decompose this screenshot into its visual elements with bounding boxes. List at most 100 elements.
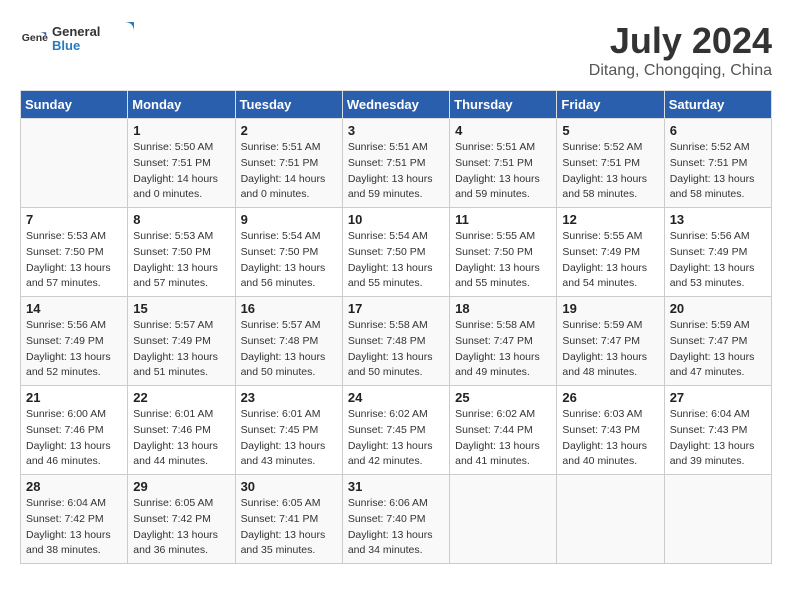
week-row-0: 1Sunrise: 5:50 AMSunset: 7:51 PMDaylight… (21, 119, 772, 208)
day-info: Sunrise: 5:59 AMSunset: 7:47 PMDaylight:… (670, 318, 766, 381)
calendar-header: SundayMondayTuesdayWednesdayThursdayFrid… (21, 91, 772, 119)
calendar-cell: 29Sunrise: 6:05 AMSunset: 7:42 PMDayligh… (128, 475, 235, 564)
weekday-header-thursday: Thursday (450, 91, 557, 119)
day-number: 1 (133, 123, 229, 138)
day-info: Sunrise: 6:06 AMSunset: 7:40 PMDaylight:… (348, 496, 444, 559)
day-number: 15 (133, 301, 229, 316)
subtitle: Ditang, Chongqing, China (589, 62, 772, 80)
main-title: July 2024 (589, 20, 772, 62)
weekday-header-tuesday: Tuesday (235, 91, 342, 119)
day-info: Sunrise: 5:53 AMSunset: 7:50 PMDaylight:… (133, 229, 229, 292)
day-number: 19 (562, 301, 658, 316)
calendar-cell: 10 Sunrise: 5:54 AMSunset: 7:50 PMDayligh… (342, 208, 449, 297)
calendar-cell: 2 Sunrise: 5:51 AMSunset: 7:51 PMDaylight… (235, 119, 342, 208)
calendar-body: 1Sunrise: 5:50 AMSunset: 7:51 PMDaylight… (21, 119, 772, 564)
day-info: Sunrise: 5:51 AMSunset: 7:51 PMDaylight:… (241, 140, 337, 203)
calendar-cell: 6 Sunrise: 5:52 AMSunset: 7:51 PMDaylight… (664, 119, 771, 208)
calendar-cell: 30 Sunrise: 6:05 AMSunset: 7:41 PMDayligh… (235, 475, 342, 564)
day-number: 13 (670, 212, 766, 227)
calendar-cell: 24 Sunrise: 6:02 AMSunset: 7:45 PMDayligh… (342, 386, 449, 475)
day-number: 11 (455, 212, 551, 227)
day-info: Sunrise: 6:03 AMSunset: 7:43 PMDaylight:… (562, 407, 658, 470)
calendar-cell: 26Sunrise: 6:03 AMSunset: 7:43 PMDayligh… (557, 386, 664, 475)
calendar-cell: 27 Sunrise: 6:04 AMSunset: 7:43 PMDayligh… (664, 386, 771, 475)
week-row-4: 28Sunrise: 6:04 AMSunset: 7:42 PMDayligh… (21, 475, 772, 564)
weekday-header-friday: Friday (557, 91, 664, 119)
day-number: 21 (26, 390, 122, 405)
day-number: 30 (241, 479, 337, 494)
calendar-cell (450, 475, 557, 564)
day-info: Sunrise: 5:51 AMSunset: 7:51 PMDaylight:… (348, 140, 444, 203)
calendar-cell (21, 119, 128, 208)
day-info: Sunrise: 5:52 AMSunset: 7:51 PMDaylight:… (562, 140, 658, 203)
day-number: 23 (241, 390, 337, 405)
title-area: July 2024 Ditang, Chongqing, China (589, 20, 772, 80)
day-number: 7 (26, 212, 122, 227)
day-number: 8 (133, 212, 229, 227)
calendar-cell: 16 Sunrise: 5:57 AMSunset: 7:48 PMDayligh… (235, 297, 342, 386)
day-number: 25 (455, 390, 551, 405)
calendar-cell: 21 Sunrise: 6:00 AMSunset: 7:46 PMDayligh… (21, 386, 128, 475)
calendar-cell: 3 Sunrise: 5:51 AMSunset: 7:51 PMDaylight… (342, 119, 449, 208)
day-info: Sunrise: 6:05 AMSunset: 7:42 PMDaylight:… (133, 496, 229, 559)
day-number: 2 (241, 123, 337, 138)
svg-text:General: General (22, 32, 48, 44)
day-number: 12 (562, 212, 658, 227)
day-info: Sunrise: 5:55 AMSunset: 7:49 PMDaylight:… (562, 229, 658, 292)
day-info: Sunrise: 6:02 AMSunset: 7:45 PMDaylight:… (348, 407, 444, 470)
day-number: 27 (670, 390, 766, 405)
calendar-cell: 23Sunrise: 6:01 AMSunset: 7:45 PMDayligh… (235, 386, 342, 475)
calendar-cell: 1Sunrise: 5:50 AMSunset: 7:51 PMDaylight… (128, 119, 235, 208)
calendar-cell: 15 Sunrise: 5:57 AMSunset: 7:49 PMDayligh… (128, 297, 235, 386)
day-info: Sunrise: 6:02 AMSunset: 7:44 PMDaylight:… (455, 407, 551, 470)
calendar-cell: 18Sunrise: 5:58 AMSunset: 7:47 PMDayligh… (450, 297, 557, 386)
calendar-cell: 31 Sunrise: 6:06 AMSunset: 7:40 PMDayligh… (342, 475, 449, 564)
day-number: 24 (348, 390, 444, 405)
day-number: 14 (26, 301, 122, 316)
weekday-header-row: SundayMondayTuesdayWednesdayThursdayFrid… (21, 91, 772, 119)
day-info: Sunrise: 5:56 AMSunset: 7:49 PMDaylight:… (670, 229, 766, 292)
day-number: 16 (241, 301, 337, 316)
day-info: Sunrise: 6:04 AMSunset: 7:42 PMDaylight:… (26, 496, 122, 559)
day-info: Sunrise: 5:54 AMSunset: 7:50 PMDaylight:… (348, 229, 444, 292)
day-number: 5 (562, 123, 658, 138)
weekday-header-sunday: Sunday (21, 91, 128, 119)
calendar-cell: 12 Sunrise: 5:55 AMSunset: 7:49 PMDayligh… (557, 208, 664, 297)
calendar-cell: 7 Sunrise: 5:53 AMSunset: 7:50 PMDaylight… (21, 208, 128, 297)
day-info: Sunrise: 5:55 AMSunset: 7:50 PMDaylight:… (455, 229, 551, 292)
day-info: Sunrise: 5:57 AMSunset: 7:48 PMDaylight:… (241, 318, 337, 381)
logo-text: General Blue (52, 20, 142, 61)
weekday-header-monday: Monday (128, 91, 235, 119)
calendar-cell (664, 475, 771, 564)
calendar-cell: 20 Sunrise: 5:59 AMSunset: 7:47 PMDayligh… (664, 297, 771, 386)
day-number: 22 (133, 390, 229, 405)
weekday-header-wednesday: Wednesday (342, 91, 449, 119)
day-info: Sunrise: 6:01 AMSunset: 7:46 PMDaylight:… (133, 407, 229, 470)
svg-text:Blue: Blue (52, 38, 80, 53)
calendar-cell: 9 Sunrise: 5:54 AMSunset: 7:50 PMDaylight… (235, 208, 342, 297)
calendar-table: SundayMondayTuesdayWednesdayThursdayFrid… (20, 90, 772, 564)
calendar-cell: 22 Sunrise: 6:01 AMSunset: 7:46 PMDayligh… (128, 386, 235, 475)
day-info: Sunrise: 5:53 AMSunset: 7:50 PMDaylight:… (26, 229, 122, 292)
calendar-cell: 13 Sunrise: 5:56 AMSunset: 7:49 PMDayligh… (664, 208, 771, 297)
day-number: 20 (670, 301, 766, 316)
day-info: Sunrise: 6:04 AMSunset: 7:43 PMDaylight:… (670, 407, 766, 470)
day-info: Sunrise: 5:54 AMSunset: 7:50 PMDaylight:… (241, 229, 337, 292)
header: General General Blue July 2024 Ditang, C… (20, 20, 772, 80)
day-info: Sunrise: 5:58 AMSunset: 7:48 PMDaylight:… (348, 318, 444, 381)
calendar-cell: 4Sunrise: 5:51 AMSunset: 7:51 PMDaylight… (450, 119, 557, 208)
day-number: 31 (348, 479, 444, 494)
calendar-cell: 19Sunrise: 5:59 AMSunset: 7:47 PMDayligh… (557, 297, 664, 386)
day-info: Sunrise: 5:57 AMSunset: 7:49 PMDaylight:… (133, 318, 229, 381)
logo: General General Blue (20, 20, 142, 61)
day-info: Sunrise: 5:52 AMSunset: 7:51 PMDaylight:… (670, 140, 766, 203)
day-number: 10 (348, 212, 444, 227)
day-number: 18 (455, 301, 551, 316)
day-number: 17 (348, 301, 444, 316)
day-number: 3 (348, 123, 444, 138)
day-number: 9 (241, 212, 337, 227)
day-number: 6 (670, 123, 766, 138)
day-info: Sunrise: 6:05 AMSunset: 7:41 PMDaylight:… (241, 496, 337, 559)
day-info: Sunrise: 6:00 AMSunset: 7:46 PMDaylight:… (26, 407, 122, 470)
calendar-cell: 5 Sunrise: 5:52 AMSunset: 7:51 PMDaylight… (557, 119, 664, 208)
